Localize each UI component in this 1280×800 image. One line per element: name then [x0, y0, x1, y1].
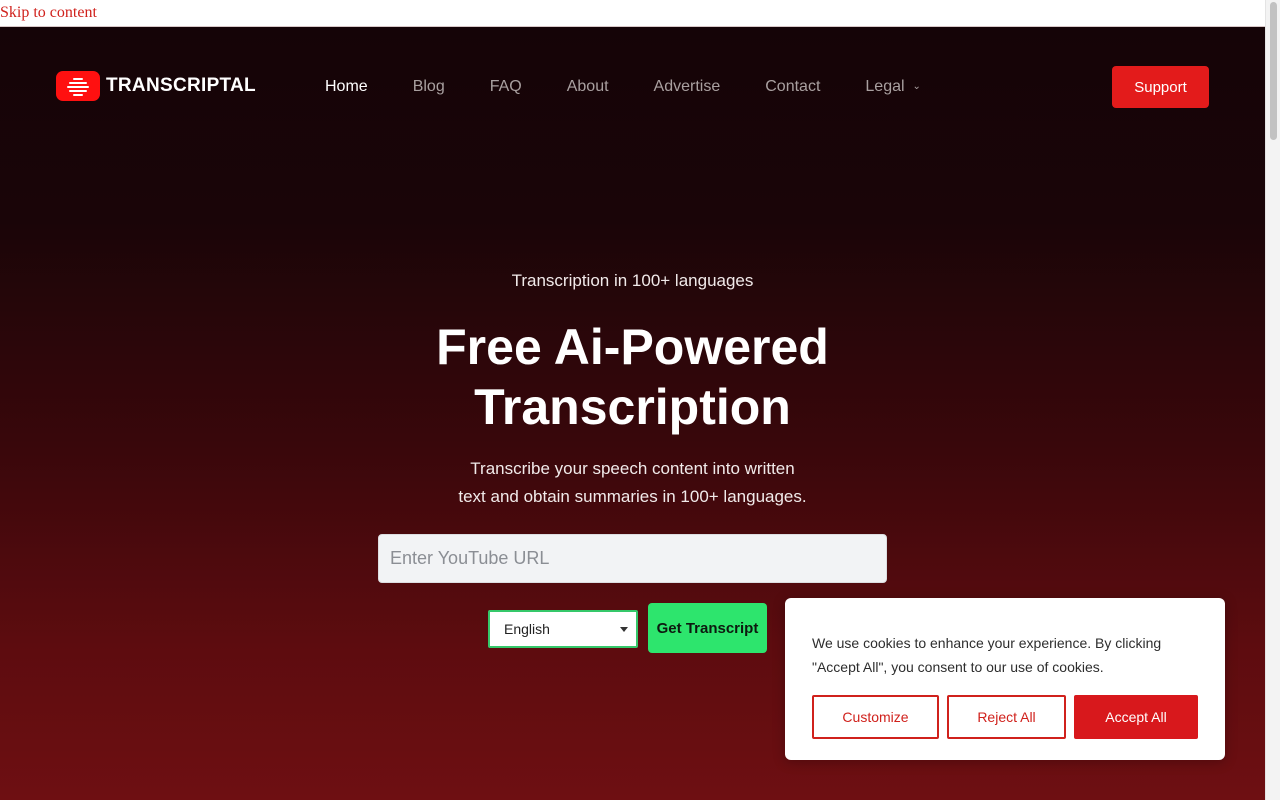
chevron-down-icon: ⌄	[912, 81, 921, 93]
cookie-banner: We use cookies to enhance your experienc…	[785, 598, 1225, 760]
nav-legal-label: Legal	[865, 78, 905, 95]
customize-button[interactable]: Customize	[812, 695, 939, 739]
main-nav: Home Blog FAQ About Advertise Contact Le…	[325, 78, 966, 96]
nav-blog[interactable]: Blog	[413, 78, 445, 96]
skip-to-content-link[interactable]: Skip to content	[0, 4, 97, 22]
nav-contact[interactable]: Contact	[765, 78, 820, 96]
reject-all-button[interactable]: Reject All	[947, 695, 1066, 739]
nav-legal[interactable]: Legal ⌄	[865, 78, 921, 96]
support-button[interactable]: Support	[1112, 66, 1209, 108]
nav-advertise[interactable]: Advertise	[654, 78, 721, 96]
hero-subtext-line2: text and obtain summaries in 100+ langua…	[458, 487, 807, 506]
hero-headline: Free Ai-Powered Transcription	[0, 317, 1265, 437]
brand-name: TRANSCRIPTAL	[106, 75, 256, 96]
hero-subtext-line1: Transcribe your speech content into writ…	[470, 459, 795, 478]
page-scrollbar[interactable]	[1265, 0, 1280, 800]
skip-bar: Skip to content	[0, 0, 1265, 27]
scrollbar-thumb[interactable]	[1270, 2, 1277, 140]
get-transcript-button[interactable]: Get Transcript	[648, 603, 767, 653]
accept-all-button[interactable]: Accept All	[1074, 695, 1198, 739]
caret-down-icon	[620, 627, 628, 632]
hero-eyebrow: Transcription in 100+ languages	[511, 271, 754, 290]
language-select[interactable]: English	[488, 610, 638, 648]
nav-home[interactable]: Home	[325, 78, 368, 96]
nav-about[interactable]: About	[567, 78, 609, 96]
logo-icon	[56, 71, 100, 101]
cookie-message-line1: We use cookies to enhance your experienc…	[812, 635, 1162, 651]
cookie-message-line2: "Accept All", you consent to our use of …	[812, 659, 1104, 675]
language-select-value: English	[504, 621, 550, 637]
hero-headline-line2: Transcription	[474, 379, 791, 435]
youtube-url-input[interactable]	[378, 534, 887, 583]
brand-logo[interactable]: TRANSCRIPTAL	[56, 71, 256, 101]
cookie-message: We use cookies to enhance your experienc…	[812, 631, 1202, 679]
nav-faq[interactable]: FAQ	[490, 78, 522, 96]
hero-headline-line1: Free Ai-Powered	[436, 319, 829, 375]
hero-subtext: Transcribe your speech content into writ…	[0, 455, 1265, 511]
